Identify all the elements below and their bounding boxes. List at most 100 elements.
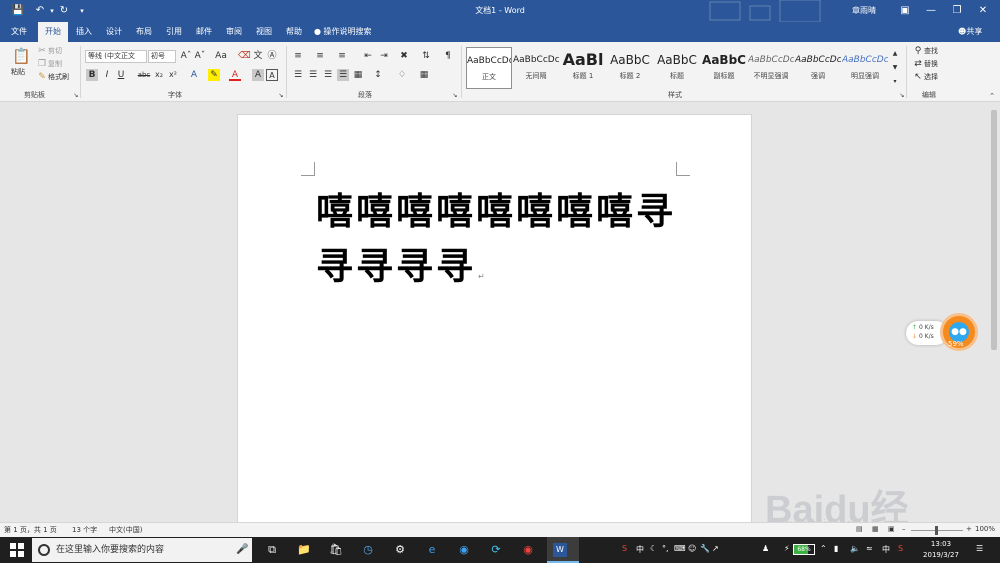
copy-button[interactable]: 复制 [48, 58, 62, 70]
bullets-icon[interactable]: ≡ [292, 50, 304, 62]
customize-quick-access-icon[interactable]: ▾ [74, 3, 90, 19]
external-icon[interactable]: ↗ [712, 544, 719, 553]
battery-icon[interactable]: ▮ [834, 544, 838, 553]
chinese-layout-icon[interactable]: ✖ [398, 50, 410, 62]
taskbar-search[interactable]: 在这里输入你要搜索的内容 🎤 [32, 538, 252, 562]
restore-button[interactable]: ❐ [948, 3, 966, 19]
change-case-icon[interactable]: Aa [212, 50, 230, 62]
zoom-slider-thumb[interactable] [935, 526, 938, 535]
ime-chinese-indicator[interactable]: 中 [636, 544, 644, 555]
show-marks-icon[interactable]: ¶ [442, 50, 454, 62]
styles-scroll-up-icon[interactable]: ▲ [889, 48, 901, 60]
underline-icon[interactable]: U [115, 69, 127, 81]
style-heading-1[interactable]: AaBl 标题 1 [560, 47, 606, 89]
tab-references[interactable]: 引用 [160, 22, 188, 42]
find-button[interactable]: 查找 [924, 45, 938, 57]
style-title[interactable]: AaBbC 标题 [654, 47, 700, 89]
page-count[interactable]: 第 1 页，共 1 页 [4, 525, 57, 535]
microphone-icon[interactable]: 🎤 [236, 538, 248, 562]
text-effects-icon[interactable]: A [188, 69, 200, 81]
browser-q-icon[interactable]: ◉ [454, 540, 474, 560]
shading-icon[interactable]: ♢ [396, 69, 408, 81]
moon-icon[interactable]: ☾ [650, 544, 657, 553]
style-intense-emphasis[interactable]: AaBbCcDc 明显强调 [842, 47, 888, 89]
increase-indent-icon[interactable]: ⇥ [378, 50, 390, 62]
save-icon[interactable]: 💾 [10, 3, 26, 19]
font-color-icon[interactable]: A [229, 69, 241, 81]
phonetic-guide-icon[interactable]: 文 [252, 50, 264, 62]
style-emphasis[interactable]: AaBbCcDc 强调 [795, 47, 841, 89]
tell-me-search[interactable]: ● 操作说明搜索 [314, 22, 372, 42]
battery-indicator[interactable]: 68% [793, 544, 815, 555]
style-no-spacing[interactable]: AaBbCcDc 无间隔 [513, 47, 559, 89]
style-subtle-emphasis[interactable]: AaBbCcDc 不明显强调 [748, 47, 794, 89]
tab-design[interactable]: 设计 [100, 22, 128, 42]
vertical-scrollbar[interactable] [988, 102, 1000, 522]
wifi-icon[interactable]: ≈ [866, 544, 873, 553]
italic-icon[interactable]: I [101, 69, 113, 81]
document-page[interactable]: 嘻嘻嘻嘻嘻嘻嘻嘻寻 寻寻寻寻 ↵ [237, 114, 752, 524]
zoom-level[interactable]: 100% [975, 525, 995, 533]
font-size-combo[interactable]: 初号 [148, 50, 176, 63]
punctuation-icon[interactable]: °, [662, 544, 669, 553]
paste-icon[interactable]: 📋 [12, 46, 31, 66]
enclose-characters-icon[interactable]: Ⓐ [266, 50, 278, 62]
ribbon-display-options-icon[interactable]: ▣ [896, 3, 914, 19]
read-mode-icon[interactable]: ▤ [856, 525, 863, 533]
show-hidden-icons[interactable]: ⌃ [820, 544, 827, 553]
sync-app-icon[interactable]: ⟳ [486, 540, 506, 560]
ime-language[interactable]: 中 [882, 544, 890, 555]
tab-view[interactable]: 视图 [250, 22, 278, 42]
people-icon[interactable]: ♟ [762, 544, 769, 553]
tab-home[interactable]: 开始 [38, 22, 68, 42]
chrome-icon[interactable]: ◉ [518, 540, 538, 560]
scrollbar-thumb[interactable] [991, 110, 997, 350]
ie-browser-icon[interactable]: e [422, 540, 442, 560]
tab-layout[interactable]: 布局 [130, 22, 158, 42]
paste-button[interactable]: 粘贴 [11, 66, 25, 78]
subscript-icon[interactable]: x₂ [153, 69, 165, 81]
tools-icon[interactable]: 🔧 [700, 544, 710, 553]
share-button[interactable]: ☻共享 [958, 22, 982, 42]
multilevel-list-icon[interactable]: ≡ [336, 50, 348, 62]
tab-file[interactable]: 文件 [4, 22, 34, 42]
document-text-line[interactable]: 嘻嘻嘻嘻嘻嘻嘻嘻寻 [316, 181, 676, 235]
tab-review[interactable]: 审阅 [220, 22, 248, 42]
numbering-icon[interactable]: ≡ [314, 50, 326, 62]
bold-icon[interactable]: B [86, 69, 98, 81]
document-text-line[interactable]: 寻寻寻寻 ↵ [316, 236, 485, 290]
paragraph-launcher-icon[interactable]: ↘ [449, 90, 461, 102]
superscript-icon[interactable]: x² [167, 69, 179, 81]
keyboard-icon[interactable]: ⌨ [674, 544, 686, 553]
font-name-combo[interactable]: 等线 (中文正文 [85, 50, 147, 63]
justify-icon[interactable]: ☰ [337, 69, 349, 81]
shrink-font-icon[interactable]: Aˇ [194, 50, 206, 62]
style-heading-2[interactable]: AaBbC 标题 2 [607, 47, 653, 89]
system-clock[interactable]: 13:03 2019/3/27 [916, 539, 966, 561]
select-button[interactable]: 选择 [924, 71, 938, 83]
close-button[interactable]: ✕ [974, 3, 992, 19]
clear-formatting-icon[interactable]: ⌫ [238, 50, 251, 62]
tab-mailings[interactable]: 邮件 [190, 22, 218, 42]
zoom-in-icon[interactable]: + [966, 525, 972, 533]
redo-icon[interactable]: ↻ [56, 3, 72, 19]
character-shading-icon[interactable]: A [252, 69, 264, 81]
user-name[interactable]: 章雨晴 [852, 5, 876, 16]
styles-more-icon[interactable]: ▾ [889, 76, 901, 88]
collapse-ribbon-icon[interactable]: ⌃ [986, 90, 998, 102]
align-right-icon[interactable]: ☰ [322, 69, 334, 81]
task-view-icon[interactable]: ⧉ [262, 540, 282, 560]
tab-insert[interactable]: 插入 [70, 22, 98, 42]
grow-font-icon[interactable]: Aˆ [180, 50, 192, 62]
strikethrough-icon[interactable]: abc [137, 69, 151, 81]
speed-assistant-ball[interactable]: ●● 59% [940, 313, 978, 351]
format-painter-button[interactable]: 格式刷 [48, 71, 69, 83]
highlight-icon[interactable]: ✎ [208, 69, 220, 81]
borders-icon[interactable]: ▦ [418, 69, 430, 81]
tab-help[interactable]: 帮助 [280, 22, 308, 42]
notifications-icon[interactable]: ☰ [976, 544, 983, 553]
replace-button[interactable]: 替换 [924, 58, 938, 70]
distributed-icon[interactable]: ▦ [352, 69, 364, 81]
minimize-button[interactable]: — [922, 3, 940, 19]
user-icon[interactable]: ☺ [688, 544, 696, 553]
